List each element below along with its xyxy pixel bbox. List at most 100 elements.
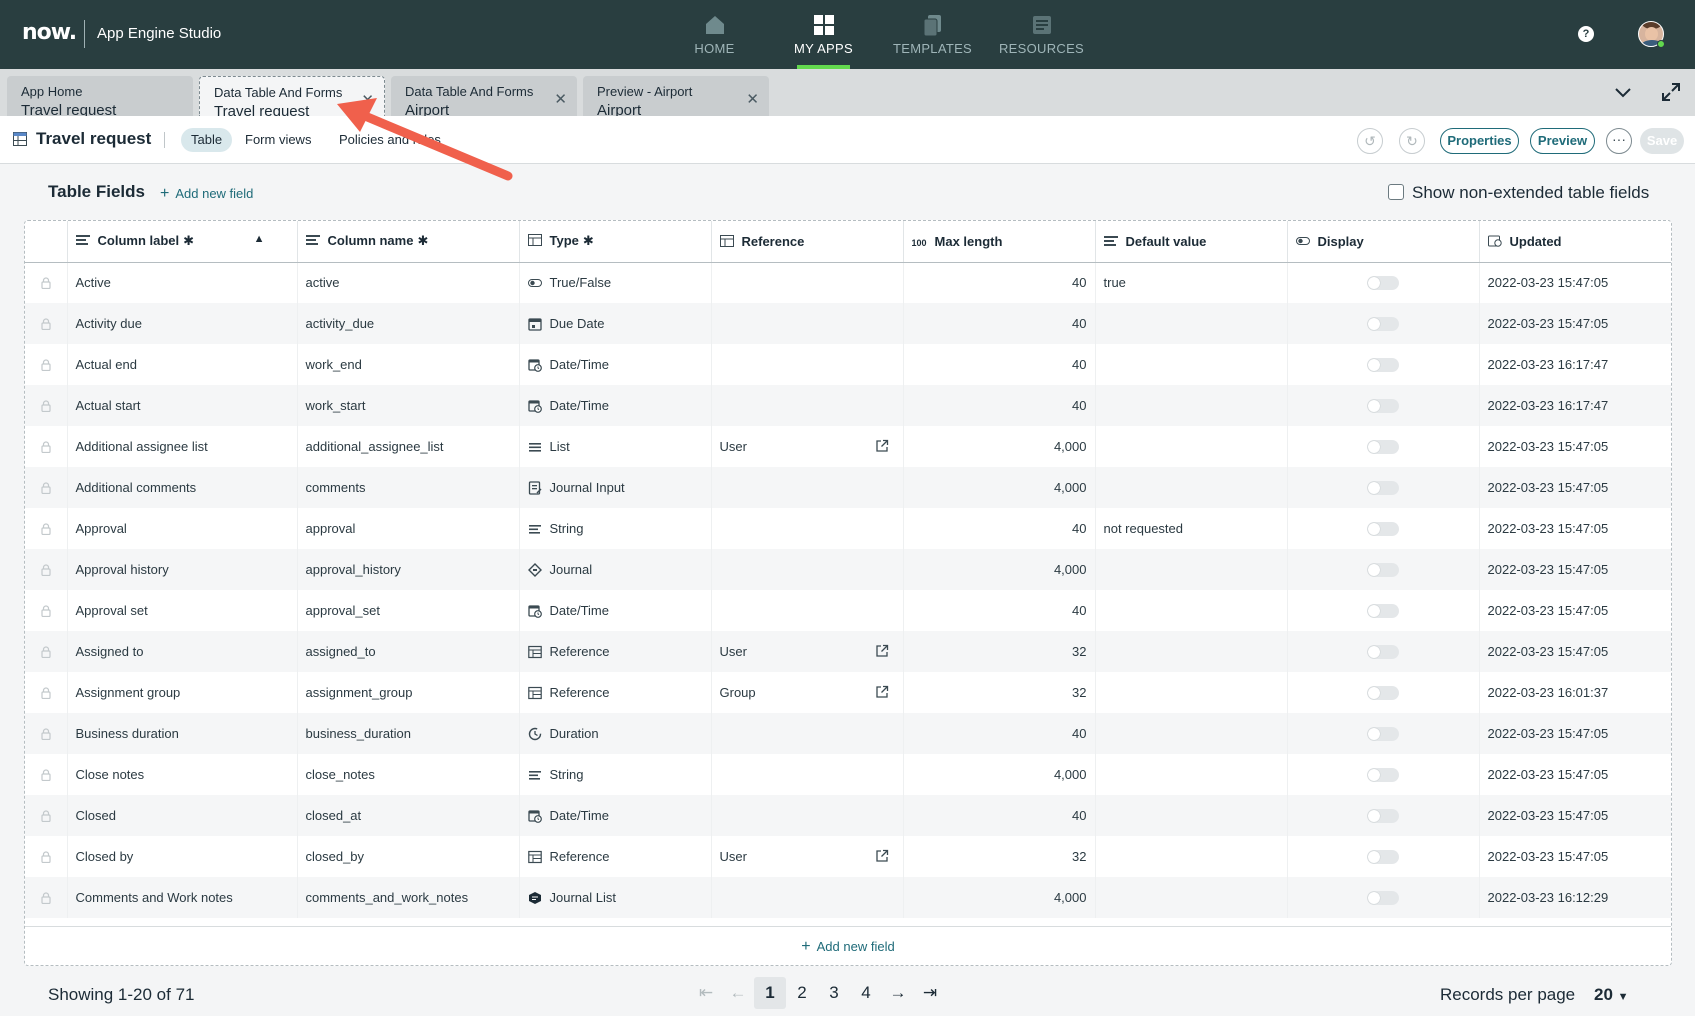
column-header-type[interactable]: Type ✱	[519, 221, 712, 263]
cell-max-length[interactable]: 4,000	[903, 754, 1096, 795]
cell-display[interactable]	[1287, 467, 1480, 508]
cell-column-label[interactable]: Business duration	[67, 713, 298, 754]
display-toggle[interactable]	[1367, 398, 1399, 413]
cell-column-name[interactable]: closed_by	[297, 836, 520, 877]
cell-reference[interactable]: User	[711, 426, 904, 467]
page-1[interactable]: 1	[754, 977, 786, 1009]
cell-default-value[interactable]	[1095, 426, 1288, 467]
open-external-icon[interactable]	[875, 685, 889, 699]
subtab-table[interactable]: Table	[181, 128, 233, 152]
cell-display[interactable]	[1287, 344, 1480, 385]
display-toggle[interactable]	[1367, 726, 1399, 741]
cell-max-length[interactable]: 40	[903, 385, 1096, 426]
cell-type[interactable]: String	[519, 508, 712, 549]
cell-type[interactable]: Date/Time	[519, 385, 712, 426]
cell-column-label[interactable]: Assignment group	[67, 672, 298, 713]
table-row[interactable]: Comments and Work notes comments_and_work…	[25, 877, 1671, 918]
tab-data-table-travel-request[interactable]: Data Table And Forms Travel request ✕	[199, 76, 385, 120]
display-toggle[interactable]	[1367, 808, 1399, 823]
tab-preview-airport[interactable]: Preview - Airport Airport ✕	[583, 76, 769, 119]
cell-type[interactable]: Reference	[519, 836, 712, 877]
cell-column-label[interactable]: Closed by	[67, 836, 298, 877]
table-row[interactable]: Additional comments comments Journal Input…	[25, 467, 1671, 508]
column-header-updated[interactable]: Updated	[1479, 221, 1671, 263]
cell-column-name[interactable]: active	[297, 262, 520, 303]
table-row[interactable]: Business duration business_duration Durati…	[25, 713, 1671, 754]
cell-reference[interactable]	[711, 590, 904, 631]
table-row[interactable]: Activity due activity_due Due Date 40 2022-0…	[25, 303, 1671, 344]
cell-column-name[interactable]: additional_assignee_list	[297, 426, 520, 467]
cell-reference[interactable]	[711, 754, 904, 795]
display-toggle[interactable]	[1367, 849, 1399, 864]
previous-page-icon[interactable]: ←	[722, 977, 754, 1009]
cell-display[interactable]	[1287, 836, 1480, 877]
cell-max-length[interactable]: 40	[903, 262, 1096, 303]
now-logo[interactable]: now.	[22, 20, 77, 45]
redo-icon[interactable]: ↻	[1399, 128, 1425, 154]
cell-default-value[interactable]	[1095, 713, 1288, 754]
cell-column-name[interactable]: approval_set	[297, 590, 520, 631]
checkbox[interactable]	[1388, 184, 1404, 200]
cell-display[interactable]	[1287, 262, 1480, 303]
table-row[interactable]: Approval set approval_set Date/Time 40 2022-…	[25, 590, 1671, 631]
open-external-icon[interactable]	[875, 439, 889, 453]
cell-reference[interactable]	[711, 877, 904, 918]
column-header-name[interactable]: Column name ✱	[297, 221, 520, 263]
cell-reference[interactable]: User	[711, 631, 904, 672]
cell-column-name[interactable]: approval	[297, 508, 520, 549]
cell-column-name[interactable]: comments	[297, 467, 520, 508]
cell-max-length[interactable]: 32	[903, 836, 1096, 877]
display-toggle[interactable]	[1367, 890, 1399, 905]
tab-app-home[interactable]: App Home Travel request	[7, 76, 193, 119]
nav-resources[interactable]: RESOURCES	[987, 0, 1096, 69]
cell-column-name[interactable]: activity_due	[297, 303, 520, 344]
table-row[interactable]: Closed by closed_by Reference User 32 2022-03…	[25, 836, 1671, 877]
add-new-field-link[interactable]: + Add new field	[160, 185, 253, 203]
close-icon[interactable]: ✕	[746, 90, 759, 108]
cell-type[interactable]: Duration	[519, 713, 712, 754]
cell-type[interactable]: Reference	[519, 672, 712, 713]
cell-column-label[interactable]: Actual end	[67, 344, 298, 385]
display-toggle[interactable]	[1367, 439, 1399, 454]
cell-max-length[interactable]: 4,000	[903, 467, 1096, 508]
expand-icon[interactable]	[1660, 81, 1682, 103]
cell-reference[interactable]	[711, 508, 904, 549]
cell-default-value[interactable]	[1095, 795, 1288, 836]
cell-default-value[interactable]	[1095, 303, 1288, 344]
cell-column-label[interactable]: Close notes	[67, 754, 298, 795]
add-new-field-bottom-link[interactable]: + Add new field	[25, 926, 1671, 965]
table-row[interactable]: Close notes close_notes String 4,000 2022-03…	[25, 754, 1671, 795]
nav-home[interactable]: HOME	[660, 0, 769, 69]
cell-max-length[interactable]: 32	[903, 672, 1096, 713]
cell-display[interactable]	[1287, 385, 1480, 426]
open-external-icon[interactable]	[875, 644, 889, 658]
cell-column-name[interactable]: work_start	[297, 385, 520, 426]
cell-type[interactable]: Journal Input	[519, 467, 712, 508]
cell-display[interactable]	[1287, 426, 1480, 467]
cell-default-value[interactable]	[1095, 631, 1288, 672]
display-toggle[interactable]	[1367, 275, 1399, 290]
table-row[interactable]: Actual end work_end Date/Time 40 2022-03-23 …	[25, 344, 1671, 385]
cell-max-length[interactable]: 40	[903, 795, 1096, 836]
cell-column-name[interactable]: closed_at	[297, 795, 520, 836]
cell-default-value[interactable]	[1095, 754, 1288, 795]
cell-reference[interactable]	[711, 344, 904, 385]
cell-display[interactable]	[1287, 795, 1480, 836]
cell-max-length[interactable]: 32	[903, 631, 1096, 672]
cell-max-length[interactable]: 40	[903, 590, 1096, 631]
table-row[interactable]: Actual start work_start Date/Time 40 2022-03…	[25, 385, 1671, 426]
nav-templates[interactable]: TEMPLATES	[878, 0, 987, 69]
cell-type[interactable]: Reference	[519, 631, 712, 672]
cell-default-value[interactable]	[1095, 385, 1288, 426]
cell-type[interactable]: Due Date	[519, 303, 712, 344]
cell-type[interactable]: Journal List	[519, 877, 712, 918]
cell-reference[interactable]	[711, 467, 904, 508]
cell-type[interactable]: Date/Time	[519, 795, 712, 836]
tab-data-table-airport[interactable]: Data Table And Forms Airport ✕	[391, 76, 577, 119]
cell-column-label[interactable]: Activity due	[67, 303, 298, 344]
cell-column-label[interactable]: Closed	[67, 795, 298, 836]
first-page-icon[interactable]: ⇤	[690, 977, 722, 1009]
cell-default-value[interactable]: not requested	[1095, 508, 1288, 549]
cell-type[interactable]: String	[519, 754, 712, 795]
cell-column-label[interactable]: Additional comments	[67, 467, 298, 508]
